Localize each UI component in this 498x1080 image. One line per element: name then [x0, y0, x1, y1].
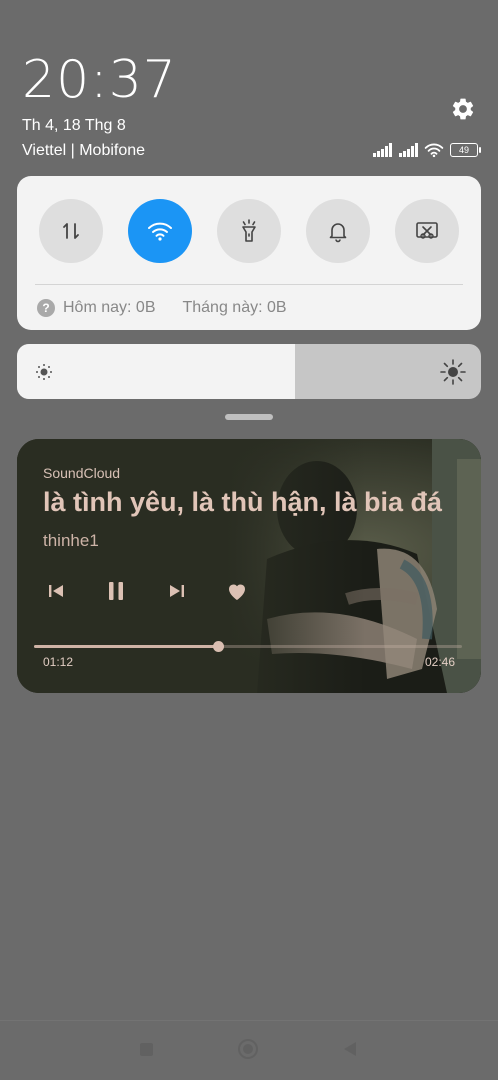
wifi-icon [148, 222, 172, 241]
settings-gear-icon[interactable] [450, 96, 476, 122]
pause-icon [109, 582, 123, 600]
panel-handle[interactable] [225, 414, 273, 420]
usage-month: Tháng này: 0B [182, 299, 287, 316]
signal-1-icon [373, 143, 392, 157]
ringer-toggle[interactable] [306, 199, 370, 263]
divider [35, 284, 463, 285]
date-label[interactable]: Th 4, 18 Thg 8 [22, 117, 126, 135]
bell-icon [329, 223, 347, 243]
like-button[interactable] [225, 579, 249, 603]
back-button[interactable] [342, 1040, 358, 1058]
elapsed-time: 01:12 [43, 655, 74, 669]
navigation-bar [0, 1020, 498, 1080]
mobile-data-icon [63, 223, 79, 239]
wifi-status-icon [424, 143, 444, 158]
media-title: là tình yêu, là thù hận, là bia đá [43, 487, 443, 517]
flashlight-toggle[interactable] [217, 199, 281, 263]
seek-bar[interactable] [34, 641, 462, 652]
media-source: SoundCloud [43, 465, 121, 481]
recents-button[interactable] [140, 1043, 153, 1056]
usage-today: Hôm nay: 0B [63, 299, 156, 316]
screenshot-toggle[interactable] [395, 199, 459, 263]
screenshot-icon [416, 222, 438, 239]
brightness-low-icon [36, 364, 52, 380]
pause-button[interactable] [104, 579, 128, 603]
quick-settings-panel: ? Hôm nay: 0B Tháng này: 0B [17, 176, 481, 330]
skip-previous-icon [49, 585, 63, 597]
battery-icon: 49 [450, 143, 481, 157]
seek-thumb[interactable] [213, 641, 225, 652]
brightness-high-icon [440, 359, 466, 385]
flashlight-icon [242, 219, 256, 242]
home-button[interactable] [238, 1039, 258, 1059]
previous-button[interactable] [44, 579, 68, 603]
media-artist: thinhe1 [43, 531, 99, 550]
brightness-slider[interactable] [17, 344, 481, 399]
clock[interactable]: 20:37 [22, 54, 177, 106]
divider [0, 1020, 498, 1021]
brightness-level [17, 344, 296, 399]
heart-icon [229, 584, 245, 600]
media-card[interactable]: SoundCloud là tình yêu, là thù hận, là b… [17, 439, 481, 693]
seek-progress [34, 645, 219, 648]
help-icon: ? [37, 299, 55, 317]
skip-next-icon [170, 585, 184, 597]
total-time: 02:46 [424, 655, 455, 669]
wifi-toggle[interactable] [128, 199, 192, 263]
data-usage-row[interactable]: ? Hôm nay: 0B Tháng này: 0B [37, 297, 287, 319]
mobile-data-toggle[interactable] [39, 199, 103, 263]
carrier-label: Viettel | Mobifone [22, 142, 146, 159]
next-button[interactable] [165, 579, 189, 603]
status-icons: 49 [372, 140, 481, 160]
signal-2-icon [399, 143, 418, 157]
